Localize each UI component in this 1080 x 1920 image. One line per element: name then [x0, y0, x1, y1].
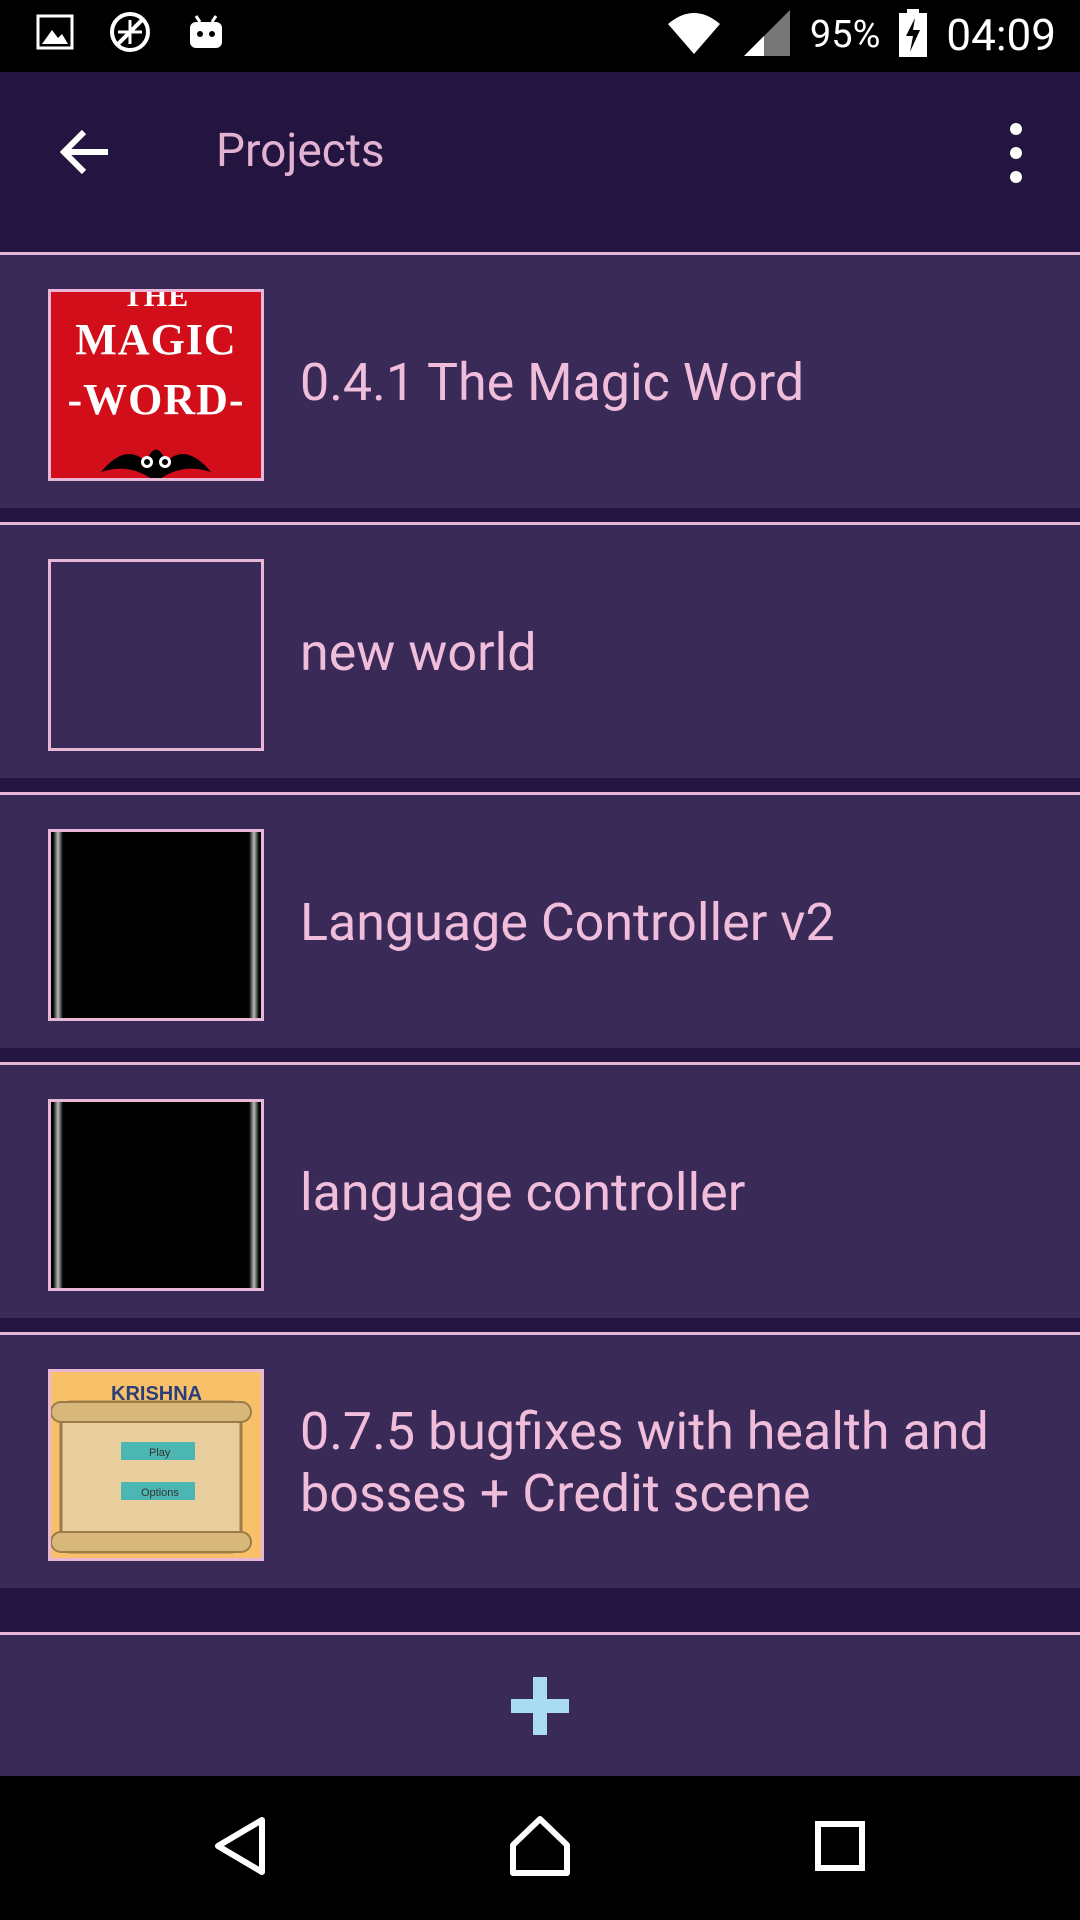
- app-bar: Projects: [0, 72, 1080, 236]
- project-name: language controller: [300, 1162, 746, 1223]
- status-bar: 95% 04:09: [0, 0, 1080, 72]
- bat-icon: [101, 449, 211, 478]
- list-item[interactable]: THE MAGIC -WORD- 0.4.1 The Magic Word: [0, 252, 1080, 508]
- image-icon: [36, 14, 74, 54]
- project-name: new world: [300, 622, 537, 683]
- nav-home-button[interactable]: [500, 1808, 580, 1888]
- project-name: 0.4.1 The Magic Word: [300, 352, 805, 413]
- wifi-icon: [664, 8, 724, 62]
- krishna-thumbnail: KRISHNA Play Options: [48, 1369, 264, 1561]
- screen: 95% 04:09 Projects THE MAGIC -WORD- 0.4.…: [0, 0, 1080, 1920]
- back-triangle-icon: [212, 1816, 268, 1880]
- svg-text:Options: Options: [141, 1487, 179, 1499]
- arrow-left-icon: [59, 129, 112, 179]
- project-list[interactable]: THE MAGIC -WORD- 0.4.1 The Magic Word ne…: [0, 236, 1080, 1632]
- home-icon: [509, 1815, 571, 1881]
- add-project-button[interactable]: [0, 1632, 1080, 1776]
- recents-icon: [814, 1820, 866, 1876]
- black-thumbnail: [48, 1099, 264, 1291]
- svg-text:Play: Play: [149, 1447, 171, 1459]
- overflow-menu-button[interactable]: [986, 110, 1046, 196]
- empty-thumbnail: [48, 559, 264, 751]
- battery-charging-icon: [898, 8, 928, 62]
- project-name: 0.7.5 bugfixes with health and bosses + …: [300, 1401, 989, 1524]
- navigation-bar: [0, 1776, 1080, 1920]
- no-sync-icon: [108, 10, 152, 58]
- project-name: Language Controller v2: [300, 892, 835, 953]
- list-item[interactable]: KRISHNA Play Options 0.7.5 bugfixes with…: [0, 1332, 1080, 1588]
- clock: 04:09: [946, 9, 1056, 61]
- signal-icon: [742, 8, 792, 62]
- magic-word-thumbnail: THE MAGIC -WORD-: [48, 289, 264, 481]
- list-item[interactable]: new world: [0, 522, 1080, 778]
- battery-percent: 95%: [809, 13, 881, 57]
- plus-icon: [511, 1676, 569, 1735]
- android-icon: [186, 12, 226, 56]
- nav-back-button[interactable]: [200, 1808, 280, 1888]
- back-button[interactable]: [48, 116, 124, 192]
- black-thumbnail: [48, 829, 264, 1021]
- page-title: Projects: [216, 124, 385, 178]
- svg-text:KRISHNA: KRISHNA: [111, 1383, 202, 1405]
- more-vert-icon: [1010, 123, 1022, 135]
- list-item[interactable]: language controller: [0, 1062, 1080, 1318]
- nav-recents-button[interactable]: [800, 1808, 880, 1888]
- scroll-image: KRISHNA Play Options: [51, 1383, 252, 1554]
- list-item[interactable]: Language Controller v2: [0, 792, 1080, 1048]
